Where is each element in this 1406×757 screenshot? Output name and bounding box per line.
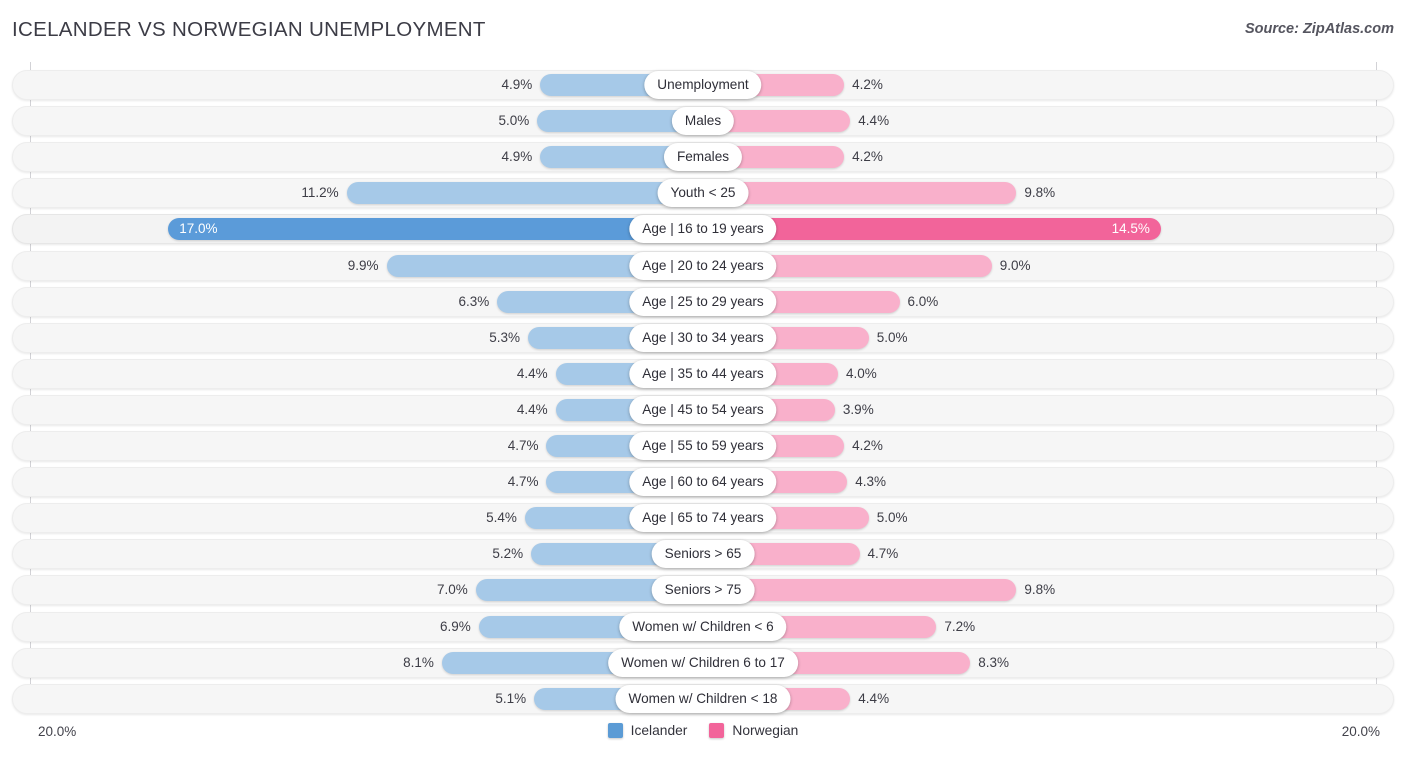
chart-row[interactable]: 4.9% 4.2% Unemployment: [12, 70, 1394, 100]
value-label-icelander: 11.2%: [301, 185, 339, 201]
value-label-icelander: 4.4%: [516, 365, 548, 381]
row-category-label: Age | 30 to 34 years: [629, 323, 777, 352]
value-label-norwegian: 4.3%: [855, 474, 886, 490]
value-label-icelander: 4.7%: [507, 474, 539, 490]
chart-row[interactable]: 6.3% 6.0% Age | 25 to 29 years: [12, 286, 1394, 317]
value-label-norwegian: 4.4%: [858, 690, 890, 706]
value-label-norwegian: 4.0%: [846, 365, 877, 381]
value-label-norwegian: 9.8%: [1024, 185, 1056, 201]
value-label-norwegian: 8.3%: [978, 654, 1009, 670]
value-label-norwegian: 6.0%: [907, 293, 939, 309]
value-label-icelander: 9.9%: [347, 257, 379, 273]
value-label-icelander: 6.3%: [458, 293, 490, 309]
chart-row[interactable]: 6.9% 7.2% Women w/ Children < 6: [12, 611, 1394, 642]
row-category-label: Seniors > 75: [651, 576, 755, 605]
value-label-icelander: 4.7%: [507, 438, 539, 453]
row-category-label: Males: [671, 107, 735, 136]
value-label-icelander: 6.9%: [440, 618, 471, 634]
value-label-norwegian: 3.9%: [842, 401, 874, 417]
row-category-label: Youth < 25: [657, 179, 749, 208]
row-category-label: Age | 45 to 54 years: [629, 395, 777, 424]
row-category-label: Age | 65 to 74 years: [629, 504, 777, 533]
chart-row[interactable]: 5.4% 5.0% Age | 65 to 74 years: [12, 503, 1394, 534]
bar-icelander: [346, 182, 691, 205]
row-category-label: Age | 55 to 59 years: [629, 432, 777, 460]
chart-row[interactable]: 5.3% 5.0% Age | 30 to 34 years: [12, 322, 1394, 353]
row-category-label: Females: [663, 143, 743, 172]
bar-norwegian: [715, 579, 1017, 602]
row-category-label: Seniors > 65: [651, 540, 755, 569]
value-label-norwegian: 4.4%: [858, 113, 890, 129]
chart-row[interactable]: 4.4% 3.9% Age | 45 to 54 years: [12, 394, 1394, 425]
chart-footer: 20.0% 20.0% Icelander Norwegian: [0, 714, 1406, 757]
value-label-icelander: 4.4%: [516, 401, 548, 417]
chart-row[interactable]: 9.9% 9.0% Age | 20 to 24 years: [12, 250, 1394, 281]
value-label-icelander: 7.0%: [436, 582, 468, 598]
legend-swatch-norwegian: [709, 723, 725, 738]
value-label-norwegian: 4.2%: [852, 438, 883, 453]
value-label-icelander: 5.0%: [498, 113, 530, 129]
bar-icelander: [537, 110, 691, 133]
row-category-label: Age | 35 to 44 years: [629, 359, 777, 388]
value-label-icelander: 5.1%: [495, 690, 527, 706]
value-label-norwegian: 5.0%: [876, 510, 908, 526]
value-label-norwegian: 9.0%: [999, 257, 1031, 273]
value-label-norwegian: 9.8%: [1024, 582, 1056, 598]
value-label-icelander: 5.4%: [486, 510, 517, 526]
source-attribution: Source: ZipAtlas.com: [1244, 21, 1394, 37]
chart-row[interactable]: 5.0% 4.4% Males: [12, 106, 1394, 137]
row-category-label: Women w/ Children 6 to 17: [608, 648, 798, 677]
chart-row[interactable]: 7.0% 9.8% Seniors > 75: [12, 575, 1394, 606]
chart-row[interactable]: 4.7% 4.2% Age | 55 to 59 years: [12, 431, 1394, 461]
value-label-norwegian: 4.2%: [852, 77, 883, 92]
value-label-icelander: 5.2%: [492, 546, 524, 562]
value-label-norwegian: 4.7%: [867, 546, 899, 562]
row-category-label: Age | 25 to 29 years: [629, 287, 777, 316]
legend-swatch-icelander: [607, 723, 623, 738]
value-label-norwegian: 14.5%: [1111, 221, 1150, 237]
row-category-label: Women w/ Children < 6: [619, 612, 787, 641]
row-category-label: Age | 16 to 19 years: [629, 215, 777, 244]
legend-item-icelander[interactable]: Icelander: [607, 723, 688, 738]
page-title: ICELANDER VS NORWEGIAN UNEMPLOYMENT: [12, 18, 486, 41]
chart-legend: Icelander Norwegian: [0, 723, 1406, 738]
value-label-norwegian: 5.0%: [876, 329, 908, 345]
row-category-label: Unemployment: [644, 71, 762, 99]
legend-label-norwegian: Norwegian: [732, 723, 799, 738]
chart-row[interactable]: 4.9% 4.2% Females: [12, 142, 1394, 173]
bar-norwegian: [715, 182, 1017, 205]
value-label-icelander: 4.9%: [501, 149, 533, 165]
chart-row[interactable]: 17.0% 14.5% Age | 16 to 19 years: [12, 214, 1394, 245]
legend-item-norwegian[interactable]: Norwegian: [709, 723, 798, 738]
chart-header: ICELANDER VS NORWEGIAN UNEMPLOYMENT Sour…: [0, 0, 1406, 58]
chart-row[interactable]: 5.2% 4.7% Seniors > 65: [12, 539, 1394, 570]
chart-row[interactable]: 4.4% 4.0% Age | 35 to 44 years: [12, 358, 1394, 389]
value-label-icelander: 17.0%: [179, 221, 218, 237]
row-category-label: Age | 60 to 64 years: [629, 468, 777, 497]
value-label-norwegian: 7.2%: [944, 618, 976, 634]
bar-norwegian: [715, 110, 851, 133]
value-label-norwegian: 4.2%: [852, 149, 883, 165]
value-label-icelander: 8.1%: [403, 654, 434, 670]
chart-row[interactable]: 5.1% 4.4% Women w/ Children < 18: [12, 683, 1394, 714]
legend-label-icelander: Icelander: [630, 723, 688, 738]
row-category-label: Age | 20 to 24 years: [629, 251, 777, 280]
chart-row[interactable]: 11.2% 9.8% Youth < 25: [12, 178, 1394, 209]
chart-row[interactable]: 8.1% 8.3% Women w/ Children 6 to 17: [12, 647, 1394, 678]
chart-row[interactable]: 4.7% 4.3% Age | 60 to 64 years: [12, 467, 1394, 498]
diverging-bar-chart: 4.9% 4.2% Unemployment 5.0% 4.4% Males 4.9% 4.2…: [0, 62, 1406, 714]
value-label-icelander: 5.3%: [489, 329, 521, 345]
value-label-icelander: 4.9%: [501, 77, 533, 92]
row-category-label: Women w/ Children < 18: [615, 684, 791, 713]
